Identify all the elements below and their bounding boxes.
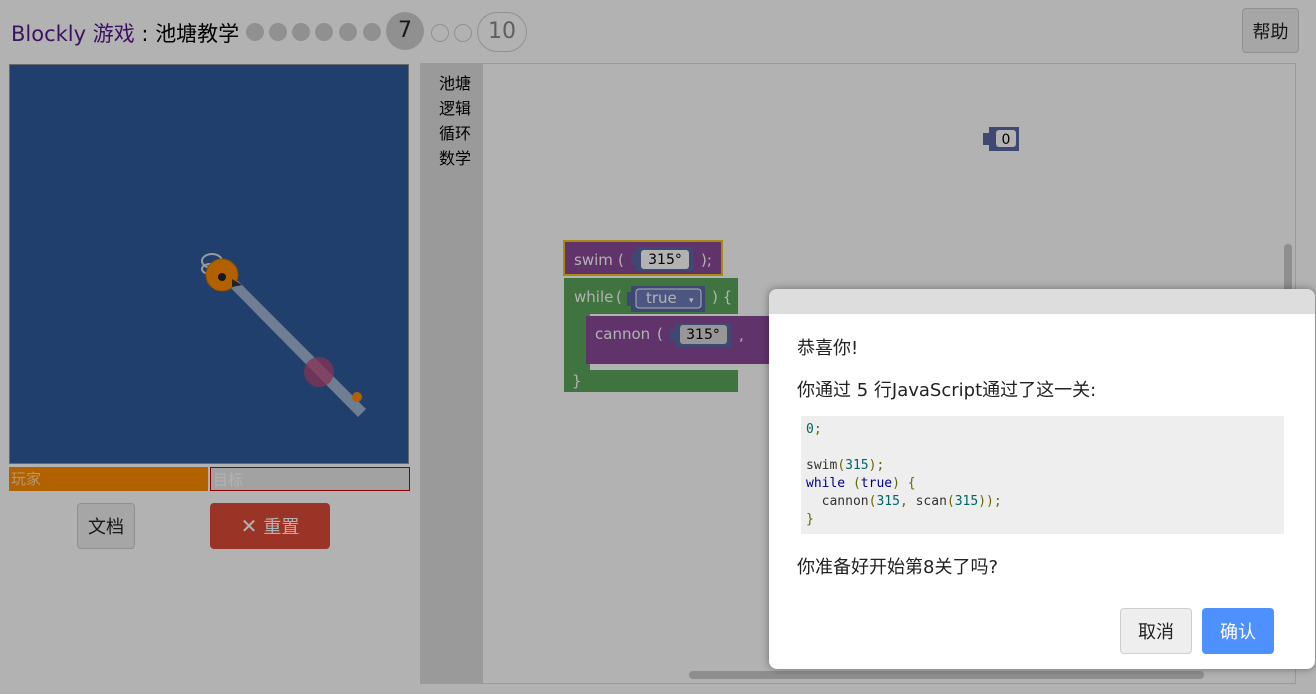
code-line: while (true) { <box>806 476 916 491</box>
code-line: swim(315); <box>806 458 885 473</box>
next-level-question: 你准备好开始第8关了吗? <box>797 557 999 578</box>
congrats-text: 恭喜你! <box>797 338 859 359</box>
code-line: cannon(315, scan(315)); <box>806 494 1002 509</box>
code-listing: 0; swim(315); while (true) { cannon(315,… <box>801 416 1284 534</box>
cancel-button[interactable]: 取消 <box>1120 608 1192 654</box>
ok-button[interactable]: 确认 <box>1202 608 1274 654</box>
level-complete-dialog: 恭喜你! 你通过 5 行JavaScript通过了这一关: 0; swim(31… <box>769 289 1315 669</box>
dialog-header[interactable] <box>769 289 1315 314</box>
code-line: 0; <box>806 422 822 437</box>
code-line: } <box>806 512 814 527</box>
summary-text: 你通过 5 行JavaScript通过了这一关: <box>797 380 1097 401</box>
